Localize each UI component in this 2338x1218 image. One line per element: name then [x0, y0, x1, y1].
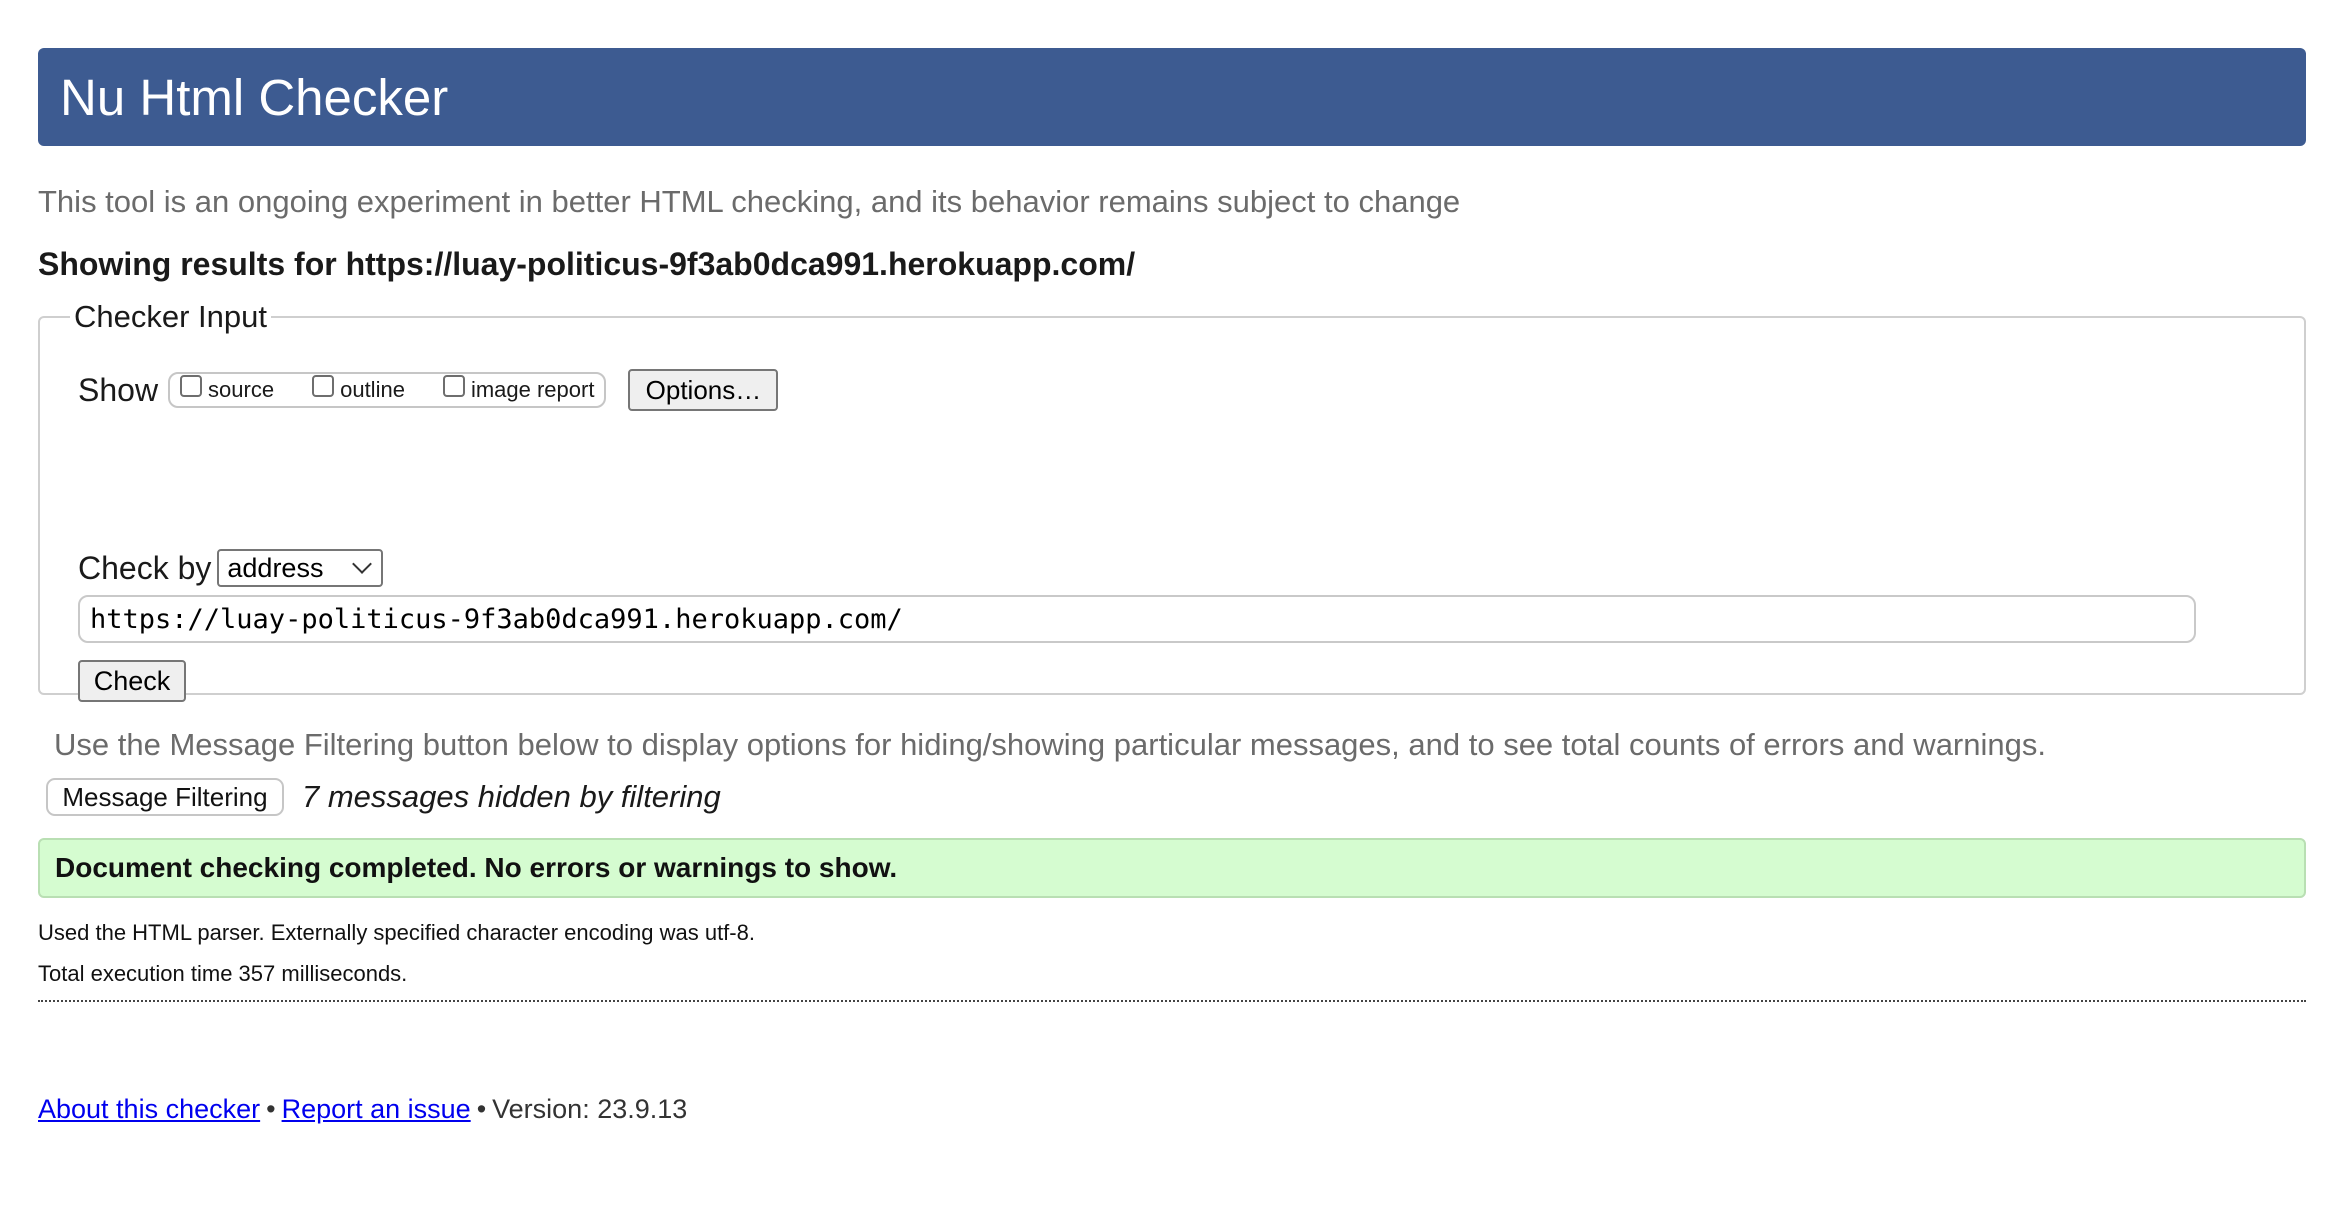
dotted-divider — [38, 1000, 2306, 1002]
page-title: Nu Html Checker — [60, 68, 449, 126]
app-header: Nu Html Checker — [38, 48, 2306, 146]
footer-separator: • — [476, 1094, 487, 1124]
outline-checkbox[interactable] — [312, 375, 335, 397]
hidden-messages-count: 7 messages hidden by filtering — [302, 779, 721, 814]
show-outline-option[interactable]: outline — [312, 375, 405, 403]
footer: About this checker • Report an issue • Versi… — [38, 1094, 2306, 1125]
message-filtering-button[interactable]: Message Filtering — [46, 778, 284, 816]
chevron-down-icon — [352, 554, 373, 574]
image-report-checkbox[interactable] — [442, 375, 465, 397]
about-checker-link[interactable]: About this checker — [38, 1094, 260, 1124]
result-details: Used the HTML parser. Externally specifi… — [38, 912, 2306, 994]
parser-info: Used the HTML parser. Externally specifi… — [38, 920, 755, 945]
version-text: Version: 23.9.13 — [492, 1094, 688, 1124]
show-options-row: Show source outline image report Options… — [78, 369, 779, 411]
check-by-row: Check by address — [78, 549, 384, 587]
show-label: Show — [78, 371, 159, 408]
filtering-row: Message Filtering 7 messages hidden by f… — [46, 777, 2306, 817]
filtering-hint: Use the Message Filtering button below t… — [54, 727, 2046, 762]
checker-input-legend: Checker Input — [74, 299, 267, 334]
checker-input-fieldset: Checker Input Show source outline image … — [38, 299, 2306, 702]
check-button[interactable]: Check — [78, 660, 186, 702]
check-by-label: Check by — [78, 549, 212, 586]
result-status-banner: Document checking completed. No errors o… — [38, 838, 2306, 898]
showing-results-heading: Showing results for https://luay-politic… — [38, 246, 1136, 282]
report-issue-link[interactable]: Report an issue — [282, 1094, 471, 1124]
source-checkbox-label: source — [208, 377, 275, 402]
url-input[interactable]: https://luay-politicus-9f3ab0dca991.hero… — [78, 595, 2196, 643]
execution-time: Total execution time 357 milliseconds. — [38, 961, 408, 986]
footer-separator: • — [266, 1094, 276, 1124]
image-report-checkbox-label: image report — [470, 377, 595, 402]
source-checkbox[interactable] — [180, 375, 203, 397]
tagline: This tool is an ongoing experiment in be… — [38, 184, 1461, 219]
check-by-select[interactable]: address — [217, 549, 384, 587]
outline-checkbox-label: outline — [340, 377, 405, 402]
options-button[interactable]: Options… — [628, 369, 779, 411]
show-image-report-option[interactable]: image report — [442, 375, 595, 403]
check-by-selected-value: address — [227, 552, 324, 583]
show-source-option[interactable]: source — [180, 375, 275, 403]
page: Nu Html Checker This tool is an ongoing … — [38, 48, 2306, 1125]
show-options-group: source outline image report — [168, 372, 607, 408]
